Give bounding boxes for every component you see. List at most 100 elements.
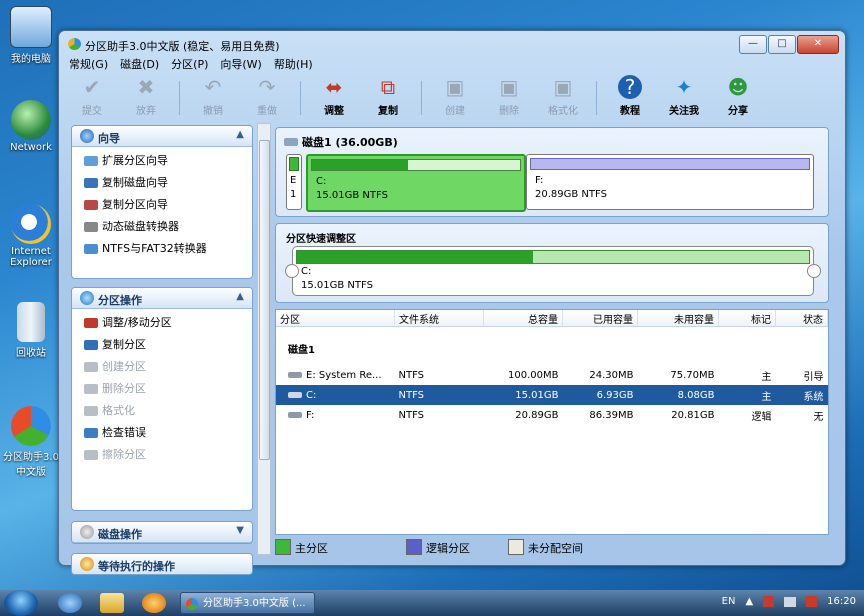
close-button[interactable]: ✕ [797, 35, 839, 54]
menu-disk[interactable]: 磁盘(D) [120, 56, 159, 72]
op-format[interactable]: 格式化 [72, 400, 252, 422]
col-total[interactable]: 总容量 [483, 310, 563, 327]
help-icon: ? [618, 75, 642, 99]
disk-segment-f[interactable]: F: 20.89GB NTFS [526, 154, 814, 210]
legend-swatch [275, 539, 291, 555]
menu-wizard[interactable]: 向导(W) [220, 56, 261, 72]
disk-group-label: 磁盘1 [288, 344, 315, 356]
desktop-icon-ie[interactable]: Internet Explorer [0, 204, 62, 268]
pending-ops-header[interactable]: 等待执行的操作 [72, 554, 252, 574]
op-wipe-partition[interactable]: 擦除分区 [72, 444, 252, 466]
scrollbar-thumb[interactable] [259, 140, 270, 460]
desktop-icon-network[interactable]: Network [0, 100, 62, 153]
copy-partition-icon [84, 200, 98, 210]
right-resize-handle[interactable] [807, 264, 821, 278]
recycle-bin-icon [17, 302, 45, 342]
wizard-panel-header[interactable]: 向导 ▲ [72, 126, 252, 147]
col-partition[interactable]: 分区 [276, 310, 395, 327]
col-used[interactable]: 已用容量 [562, 310, 638, 327]
op-resize-move[interactable]: 调整/移动分区 [72, 312, 252, 334]
toolbar-separator [421, 81, 422, 115]
apply-button[interactable]: ✔ 提交 [65, 75, 119, 119]
table-row[interactable]: F: NTFS 20.89GB 86.39MB 20.81GB 逻辑 无 [276, 405, 828, 425]
undo-button[interactable]: ↶ 撤销 [186, 75, 240, 119]
op-create-partition[interactable]: 创建分区 [72, 356, 252, 378]
x-icon: ✖ [137, 75, 155, 99]
wizard-item-extend[interactable]: 扩展分区向导 [72, 150, 252, 172]
disk-segment-e[interactable]: E 1 [286, 154, 302, 210]
discard-button[interactable]: ✖ 放弃 [119, 75, 173, 119]
col-filesystem[interactable]: 文件系统 [394, 310, 484, 327]
toolbar: ✔ 提交 ✖ 放弃 ↶ 撤销 ↷ 重做 ⬌ 调整 ⧉ 复制 ▣ 创建 ▣ 删除 ▣ 格式化 ? 教程… [65, 73, 839, 119]
left-scrollbar[interactable] [257, 123, 271, 555]
partition-ops-icon [80, 291, 94, 305]
clock[interactable]: 16:20 [827, 596, 856, 607]
table-row-selected[interactable]: C: NTFS 15.01GB 6.93GB 8.08GB 主 系统 [276, 385, 828, 405]
internet-explorer-icon [11, 204, 51, 244]
disk-ops-header[interactable]: 磁盘操作 ▼ [72, 522, 252, 543]
app-icon [68, 38, 81, 50]
computer-icon [10, 6, 52, 48]
title-bar[interactable]: 分区助手3.0中文版 (稳定、易用且免费) — □ ✕ [59, 31, 845, 55]
action-center-icon[interactable] [763, 596, 775, 607]
tray-arrow-icon[interactable]: ▲ [745, 596, 753, 607]
share-button[interactable]: ☻ 分享 [711, 75, 765, 119]
menu-help[interactable]: 帮助(H) [274, 56, 313, 72]
partition-ops-header[interactable]: 分区操作 ▲ [72, 288, 252, 309]
collapse-icon: ▲ [236, 291, 244, 302]
desktop-icon-recycle-bin[interactable]: 回收站 [0, 302, 62, 359]
desktop-icon-computer[interactable]: 我的电脑 [0, 6, 62, 65]
col-flag[interactable]: 标记 [718, 310, 776, 327]
disk-segment-c[interactable]: C: 15.01GB NTFS [306, 154, 526, 212]
taskbar-explorer-icon[interactable] [100, 593, 124, 613]
left-resize-handle[interactable] [285, 264, 299, 278]
taskbar-ie-icon[interactable] [58, 593, 82, 613]
copy-disk-icon [84, 178, 98, 188]
wizard-item-copy-disk[interactable]: 复制磁盘向导 [72, 172, 252, 194]
maximize-button[interactable]: □ [768, 35, 796, 54]
format-disk-icon: ▣ [553, 75, 573, 99]
pending-ops-panel: 等待执行的操作 [71, 553, 253, 575]
delete-button[interactable]: ▣ 删除 [482, 75, 536, 119]
quick-adjust-partition[interactable]: C: 15.01GB NTFS [292, 246, 814, 296]
minimize-button[interactable]: — [739, 35, 767, 54]
segment-letter: E [290, 175, 297, 186]
wizard-item-ntfs-fat32[interactable]: NTFS与FAT32转换器 [72, 238, 252, 260]
copy-button[interactable]: ⧉ 复制 [361, 75, 415, 119]
start-button[interactable] [4, 590, 38, 616]
col-free[interactable]: 未用容量 [637, 310, 719, 327]
format-button[interactable]: ▣ 格式化 [536, 75, 590, 119]
segment-used-fill [312, 160, 408, 170]
segment-size: 15.01GB NTFS [316, 190, 388, 201]
wizard-item-dynamic-disk[interactable]: 动态磁盘转换器 [72, 216, 252, 238]
menu-general[interactable]: 常规(G) [69, 56, 108, 72]
copy-partition-icon [84, 340, 98, 350]
delete-partition-icon [84, 384, 98, 394]
table-row[interactable]: E: System Re... NTFS 100.00MB 24.30MB 75… [276, 365, 828, 385]
undo-icon: ↶ [204, 75, 222, 99]
volume-icon[interactable] [806, 596, 818, 607]
legend-swatch [508, 539, 524, 555]
wizard-item-copy-partition[interactable]: 复制分区向导 [72, 194, 252, 216]
desktop-icon-label: Network [10, 142, 52, 153]
taskbar-task-partition-assistant[interactable]: 分区助手3.0中文版 (... [180, 592, 315, 614]
desktop-icon-partition-assistant[interactable]: 分区助手3.0中文版 [0, 406, 62, 478]
create-disk-icon: ▣ [445, 75, 465, 99]
language-indicator[interactable]: EN [722, 596, 736, 607]
redo-button[interactable]: ↷ 重做 [240, 75, 294, 119]
resize-button[interactable]: ⬌ 调整 [307, 75, 361, 119]
create-button[interactable]: ▣ 创建 [428, 75, 482, 119]
taskbar-media-icon[interactable] [142, 593, 166, 613]
op-copy-partition[interactable]: 复制分区 [72, 334, 252, 356]
create-partition-icon [84, 362, 98, 372]
op-delete-partition[interactable]: 删除分区 [72, 378, 252, 400]
op-check-errors[interactable]: 检查错误 [72, 422, 252, 444]
menu-partition[interactable]: 分区(P) [171, 56, 208, 72]
follow-button[interactable]: ✦ 关注我 [657, 75, 711, 119]
quick-adjust: 分区快速调整区 C: 15.01GB NTFS [275, 223, 829, 303]
tutorial-button[interactable]: ? 教程 [603, 75, 657, 119]
network-icon[interactable] [784, 596, 797, 607]
col-status[interactable]: 状态 [775, 310, 828, 327]
segment-bar [289, 157, 299, 171]
redo-icon: ↷ [258, 75, 276, 99]
